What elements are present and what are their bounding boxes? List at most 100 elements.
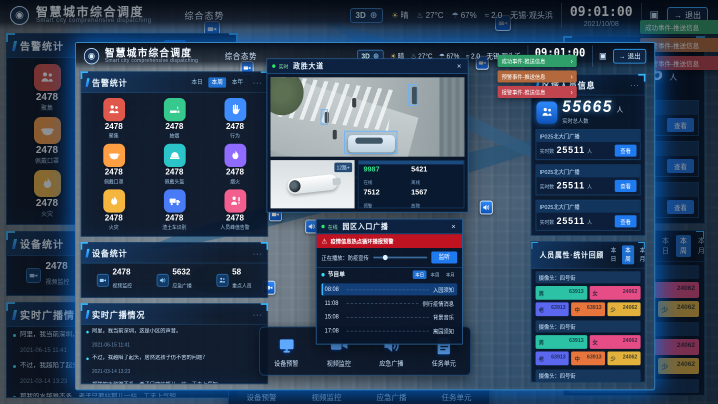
alarm-tile[interactable]: 2478 烟火 <box>206 143 264 186</box>
attribute-chip[interactable]: 少24062 <box>658 358 699 374</box>
view-button[interactable]: 查看 <box>615 180 637 192</box>
device-stat[interactable]: 5632 应急广播 <box>157 269 192 292</box>
attribute-chip[interactable]: 男63913 <box>536 286 587 300</box>
program-row[interactable]: 17:08 离园须知 <box>321 325 457 337</box>
attribute-chip[interactable]: 男63913 <box>536 335 587 349</box>
chevron-right-icon: › <box>571 73 573 81</box>
more-icon[interactable]: ··· <box>253 250 263 255</box>
event-toast[interactable]: 报警事件-推送信息 › <box>498 86 577 98</box>
attribute-chip[interactable]: 少24062 <box>607 351 640 365</box>
view-button[interactable]: 查看 <box>667 200 694 214</box>
attribute-chip[interactable]: 中63913 <box>571 302 604 316</box>
attribute-chip[interactable]: 老63913 <box>536 302 569 316</box>
alarm-tile[interactable]: 2478 火灾 <box>11 169 83 219</box>
broadcast-entry[interactable]: 不过，我越陷了起头，居然这孩子仿不舍的问题？ 2021-03-14 13:23 <box>86 355 262 377</box>
view-button[interactable]: 查看 <box>667 118 694 132</box>
alarm-tile[interactable]: 2478 渣土车识别 <box>145 189 203 232</box>
right-column: 区域人员信息 ··· 55665 人 实时总人数 IP025北大门广播 实时数 <box>531 74 646 383</box>
period-tab[interactable]: 本月 <box>443 270 457 279</box>
period-tab[interactable]: 本日 <box>607 245 619 264</box>
zone-count: 25511 <box>557 181 585 191</box>
attribute-period-tabs: 本日本周本月 <box>658 235 705 257</box>
fullscreen-icon[interactable]: ▣ <box>599 51 607 60</box>
period-tab[interactable]: 本周 <box>676 235 691 257</box>
playback-slider[interactable] <box>373 257 428 259</box>
tab-overview[interactable]: 综合态势 <box>225 50 257 61</box>
video-frame[interactable] <box>271 77 465 156</box>
attribute-chip[interactable]: 少24062 <box>658 301 699 317</box>
alarm-tile[interactable]: 2478 火灾 <box>85 189 143 232</box>
device-stat-icon <box>97 274 109 287</box>
alarm-tile[interactable]: 2478 行为 <box>206 97 264 140</box>
period-tab[interactable]: 本年 <box>229 77 247 87</box>
period-tab[interactable]: 本月 <box>636 245 645 264</box>
more-icon[interactable]: ··· <box>253 311 263 316</box>
close-icon[interactable]: × <box>455 62 462 71</box>
period-tab[interactable]: 本日 <box>188 77 206 87</box>
alarm-tile[interactable]: 2478 聚集 <box>11 63 83 113</box>
event-toast[interactable]: 成功事件-推送信息 › <box>498 55 577 67</box>
attribute-chip[interactable]: 女24062 <box>589 335 640 349</box>
zone-people-card: IP025北大门广播 实时数 25511 人 查看 <box>536 200 641 231</box>
device-stats-panel: 设备统计 ··· 2478 视频监控 5632 应急广播 58 <box>81 242 268 298</box>
attribute-chip[interactable]: 中63913 <box>571 351 604 365</box>
attribute-chip[interactable]: 老63913 <box>536 351 569 365</box>
left-column: 告警统计 本日本周本年 ··· 2478 聚集 2478 抽烟 <box>81 71 268 384</box>
program-row[interactable]: 08:08 入园须知 <box>321 283 457 295</box>
broadcast-entry[interactable]: 阿里，我当前深圳，这是小区的声音。 2021-06-15 11:41 <box>86 328 262 350</box>
panel-title: 设备统计 <box>20 236 64 251</box>
broadcast-entry[interactable]: 那我的水越难不多，老子只要站那儿一站，工夫上气短… 2021-07-20 14:… <box>86 382 262 384</box>
alarm-tile[interactable]: 2478 人员峰值告警 <box>206 189 264 232</box>
speaker-pin-icon[interactable] <box>480 201 493 215</box>
tab-overview[interactable]: 综合态势 <box>184 9 224 22</box>
toolbar-button[interactable]: 设备预警 <box>263 334 310 368</box>
alarm-label: 佩戴头盔 <box>145 177 203 185</box>
event-toast[interactable]: 成功事件-推送信息 › <box>640 20 718 34</box>
app-subtitle: Smart city comprehensive dispatching <box>105 58 198 63</box>
toolbar-label: 设备预警 <box>233 392 291 403</box>
app-title: 智慧城市综合调度 <box>36 6 151 18</box>
alarm-tile[interactable]: 2478 聚集 <box>85 97 143 140</box>
program-row[interactable]: 15:08 背景音乐 <box>321 311 457 323</box>
view-button[interactable]: 查看 <box>615 145 637 157</box>
period-tab[interactable]: 本周 <box>622 245 634 264</box>
period-tab[interactable]: 本周 <box>208 77 226 87</box>
device-stat[interactable]: 2478 视频监控 <box>26 262 69 289</box>
alarm-tile[interactable]: 2478 佩戴口罩 <box>85 143 143 186</box>
3d-mode-toggle[interactable]: 3D ⊕ <box>350 8 384 23</box>
alarm-tile[interactable]: 2478 佩戴头盔 <box>145 143 203 186</box>
view-button[interactable]: 查看 <box>667 159 694 173</box>
attribute-chip[interactable]: 少24062 <box>607 302 640 316</box>
device-stat[interactable]: 58 重点人员 <box>217 269 252 292</box>
period-tab[interactable]: 本日 <box>413 270 427 279</box>
alarm-tile[interactable]: 2478 抽烟 <box>145 97 203 140</box>
alarm-count: 2478 <box>206 214 264 223</box>
fullscreen-icon[interactable]: ▣ <box>650 10 659 21</box>
app-title: 智慧城市综合调度 <box>105 48 198 58</box>
exit-button[interactable]: → 退出 <box>613 48 646 63</box>
attribute-chip[interactable]: 女24062 <box>589 286 640 300</box>
program-row[interactable]: 11:08 例行疫情消息 <box>321 297 457 309</box>
alarm-tile[interactable]: 2478 佩戴口罩 <box>11 116 83 166</box>
event-toast[interactable]: 预警事件-推送信息 › <box>498 70 577 82</box>
broadcast-entry[interactable]: 那我的水越难不多，老子只要站那儿一站，工夫上气短… 2021-07-20 14:… <box>13 393 231 397</box>
view-button[interactable]: 查看 <box>615 215 637 227</box>
period-tab[interactable]: 本周 <box>428 270 442 279</box>
device-stat-label: 视频监控 <box>45 280 69 286</box>
period-tab[interactable]: 本月 <box>694 235 705 257</box>
close-icon[interactable]: × <box>450 222 457 231</box>
program-time: 15:08 <box>325 314 343 320</box>
broadcast-log-list[interactable]: 阿里，我当前深圳，这是小区的声音。 2021-06-15 11:41 不过，我越… <box>81 325 267 384</box>
app-subtitle: Smart city comprehensive dispatching <box>36 18 151 24</box>
device-stats-row: 2478 视频监控 5632 应急广播 58 重点人员 <box>81 264 267 298</box>
wind-icon: ≈ <box>485 11 489 20</box>
device-stat[interactable]: 2478 视频监控 <box>97 269 132 292</box>
period-tab[interactable]: 本日 <box>658 235 673 257</box>
more-icon[interactable]: ··· <box>630 82 640 87</box>
event-toasts: 成功事件-推送信息 › 预警事件-推送信息 › 报警事件-推送信息 › <box>498 55 577 98</box>
more-icon[interactable]: ··· <box>253 79 263 84</box>
foreground-window[interactable]: ◉ 智慧城市综合调度 Smart city comprehensive disp… <box>75 42 655 390</box>
people-info-panel: 区域人员信息 ··· 55665 人 实时总人数 IP025北大门广播 实时数 <box>531 74 646 236</box>
listen-button[interactable]: 监听 <box>431 251 457 263</box>
online-badge: 在线 <box>328 223 338 231</box>
